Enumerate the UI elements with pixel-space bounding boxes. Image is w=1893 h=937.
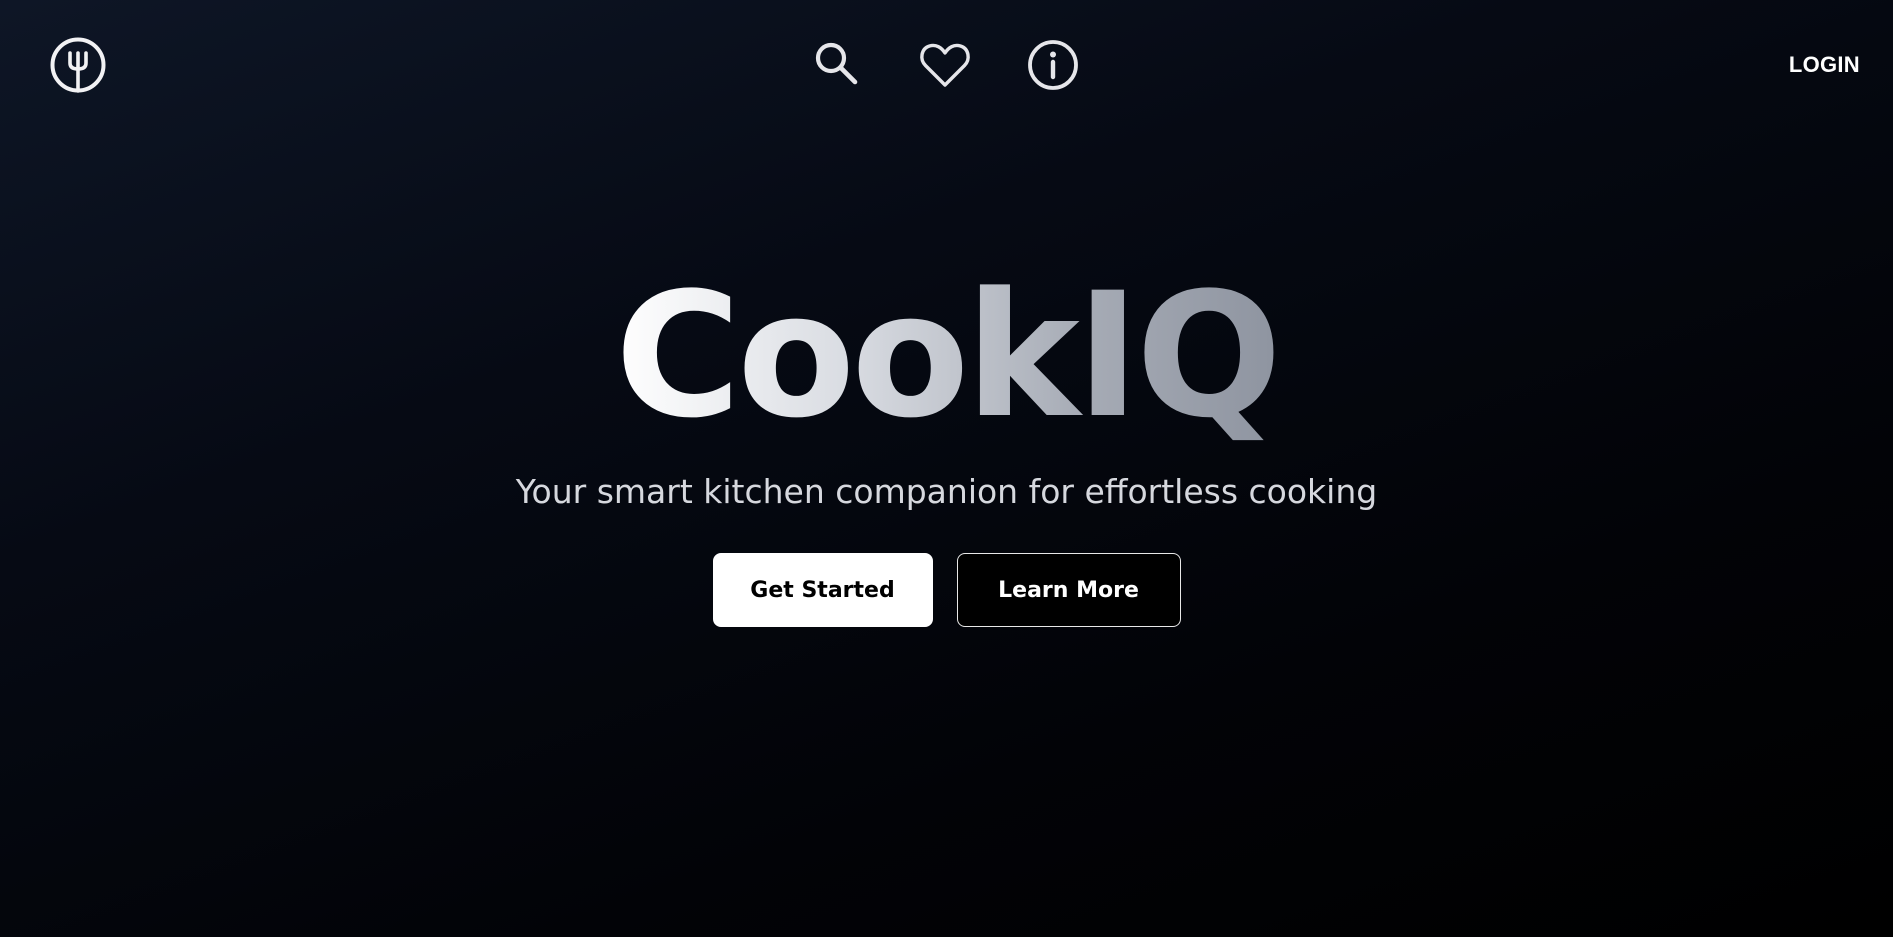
fork-circle-icon [50, 37, 106, 93]
info-icon [1028, 40, 1078, 90]
learn-more-button[interactable]: Learn More [956, 553, 1181, 627]
search-icon [815, 42, 858, 85]
heart-icon [920, 43, 970, 87]
logo[interactable] [49, 36, 107, 94]
info-button[interactable] [1024, 36, 1082, 94]
hero-section: CookIQ Your smart kitchen companion for … [0, 270, 1893, 627]
get-started-button[interactable]: Get Started [712, 553, 933, 627]
brand-title: CookIQ [614, 255, 1282, 456]
nav-icon-bar [808, 36, 1082, 94]
favorites-button[interactable] [916, 36, 974, 94]
hero-buttons: Get Started Learn More [0, 553, 1893, 627]
tagline: Your smart kitchen companion for effortl… [515, 472, 1378, 511]
login-link[interactable]: LOGIN [1789, 52, 1860, 78]
search-button[interactable] [808, 36, 866, 94]
